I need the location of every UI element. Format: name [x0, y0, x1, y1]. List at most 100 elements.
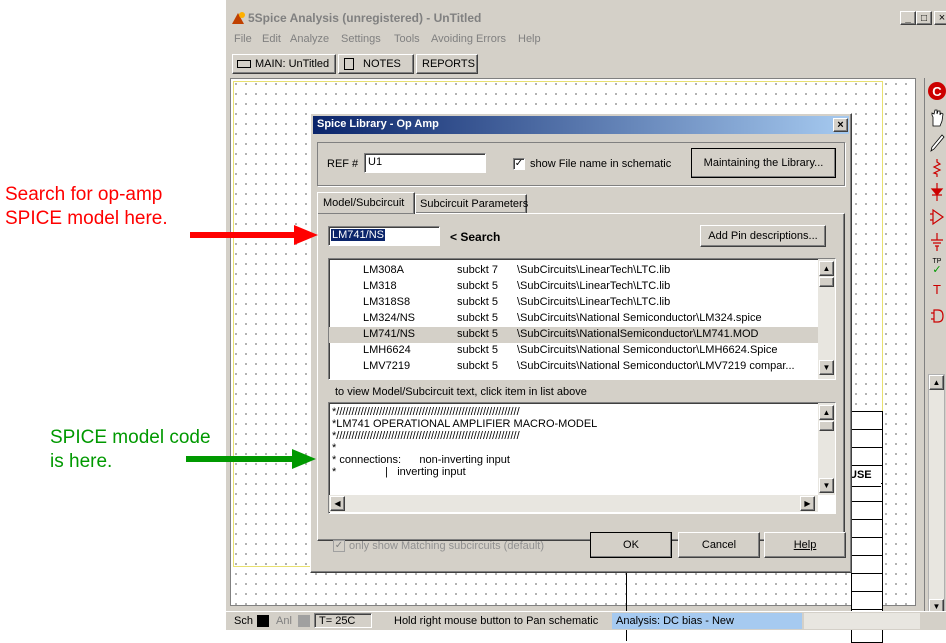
status-sch[interactable]: Sch [234, 615, 253, 627]
library-row-type: subckt 5 [457, 360, 498, 372]
library-row[interactable]: LMV7219 subckt 5 \SubCircuits\National Sem… [329, 359, 819, 375]
app-logo-icon [232, 12, 245, 24]
library-row-path: \SubCircuits\LinearTech\LTC.lib [517, 280, 671, 292]
tab-model-subcircuit[interactable]: Model/Subcircuit [317, 192, 415, 214]
save-sch-icon[interactable] [257, 615, 269, 627]
library-row[interactable]: LMH6624 subckt 5 \SubCircuits\National Sem… [329, 343, 819, 359]
library-row-path: \SubCircuits\National Semiconductor\LMH6… [517, 344, 778, 356]
list-scroll-up-icon[interactable]: ▲ [819, 261, 834, 276]
library-row-type: subckt 5 [457, 312, 498, 324]
library-list[interactable]: LM308A subckt 7 \SubCircuits\LinearTech\LT… [328, 258, 836, 380]
library-row-name: LM318 [363, 280, 397, 292]
add-pin-descriptions-button[interactable]: Add Pin descriptions... [700, 225, 826, 247]
hand-icon[interactable] [929, 108, 945, 128]
code-hscrollbar[interactable]: ◀ ▶ [329, 495, 818, 512]
schematic-icon [237, 60, 251, 68]
only-show-label: only show Matching subcircuits (default) [349, 540, 545, 552]
view-hint: to view Model/Subcircuit text, click ite… [335, 386, 587, 398]
menu-avoiding-errors[interactable]: Avoiding Errors [431, 33, 506, 45]
minimize-button[interactable]: _ [900, 11, 916, 25]
menu-help[interactable]: Help [518, 33, 541, 45]
library-row-name: LM318S8 [363, 296, 411, 308]
library-row[interactable]: LM324/NS subckt 5 \SubCircuits\National Se… [329, 311, 819, 327]
library-row-path: \SubCircuits\LinearTech\LTC.lib [517, 296, 671, 308]
cancel-button[interactable]: Cancel [678, 532, 760, 558]
app-title-bar: 5Spice Analysis (unregistered) - UnTitle… [226, 8, 946, 28]
library-row-name: LM308A [363, 264, 404, 276]
save-anl-icon[interactable] [298, 615, 310, 627]
app-title: 5Spice Analysis (unregistered) - UnTitle… [248, 11, 482, 25]
text-icon[interactable]: T [928, 282, 946, 302]
library-row[interactable]: LM318 subckt 5 \SubCircuits\LinearTech\LTC… [329, 279, 819, 295]
menu-bar: File Edit Analyze Settings Tools Avoidin… [226, 30, 946, 48]
vertical-scrollbar[interactable]: ▲ ▼ [928, 374, 945, 628]
status-temp: T= 25C [314, 613, 372, 628]
pencil-icon[interactable] [929, 133, 945, 153]
code-scroll-up-icon[interactable]: ▲ [819, 405, 834, 420]
ref-group: REF # U1 ✓ show File name in schematic M… [317, 142, 845, 186]
dialog-title-bar: Spice Library - Op Amp × [313, 116, 849, 134]
show-filename-label: show File name in schematic [530, 158, 672, 170]
search-annotation-line2: SPICE model here. [5, 208, 168, 229]
library-row-name: LMV7219 [363, 360, 411, 372]
library-row[interactable]: LM318S8 subckt 5 \SubCircuits\LinearTech\L… [329, 295, 819, 311]
library-row-path: \SubCircuits\LinearTech\LTC.lib [517, 264, 671, 276]
code-line: *LM741 OPERATIONAL AMPLIFIER MACRO-MODEL [332, 418, 598, 430]
library-row-type: subckt 7 [457, 264, 498, 276]
ok-button[interactable]: OK [590, 532, 672, 558]
tab-notes[interactable]: NOTES [338, 54, 414, 74]
maintain-library-button[interactable]: Maintaining the Library... [691, 148, 836, 178]
testpoint-icon[interactable]: TP ✓ [928, 258, 946, 278]
library-row-type: subckt 5 [457, 296, 498, 308]
status-analysis: Analysis: DC bias - New [612, 613, 802, 629]
diode-icon[interactable] [929, 182, 945, 202]
library-row[interactable]: LM741/NS subckt 5 \SubCircuits\NationalSem… [329, 327, 819, 343]
logo-c-icon[interactable]: C [928, 82, 946, 100]
tab-main[interactable]: MAIN: UnTitled [232, 54, 336, 74]
ref-input[interactable]: U1 [364, 153, 486, 173]
code-scroll-down-icon[interactable]: ▼ [819, 478, 834, 493]
help-button[interactable]: Help [764, 532, 846, 558]
code-annotation-line1: SPICE model code [50, 427, 211, 448]
resistor-icon[interactable] [929, 158, 945, 178]
model-code-view[interactable]: *///////////////////////////////////////… [328, 402, 836, 514]
library-row[interactable]: LM308A subckt 7 \SubCircuits\LinearTech\LT… [329, 263, 819, 279]
status-anl[interactable]: Anl [276, 615, 292, 627]
status-hint: Hold right mouse button to Pan schematic [394, 615, 599, 627]
library-row-path: \SubCircuits\NationalSemiconductor\LM741… [517, 328, 759, 340]
menu-file[interactable]: File [234, 33, 252, 45]
code-scroll-left-icon[interactable]: ◀ [330, 496, 345, 511]
menu-tools[interactable]: Tools [394, 33, 420, 45]
horizontal-scrollbar[interactable] [804, 613, 920, 629]
search-annotation-line1: Search for op-amp [5, 184, 163, 205]
close-app-button[interactable]: × [934, 11, 946, 25]
notes-icon [344, 58, 354, 70]
tab-subcircuit-parameters[interactable]: Subcircuit Parameters [415, 194, 528, 214]
code-line: *///////////////////////////////////////… [332, 430, 520, 442]
code-scroll-thumb[interactable] [819, 421, 834, 431]
library-row-name: LM741/NS [363, 328, 415, 340]
gate-icon[interactable] [929, 306, 945, 326]
menu-settings[interactable]: Settings [341, 33, 381, 45]
list-scroll-down-icon[interactable]: ▼ [819, 360, 834, 375]
library-row-type: subckt 5 [457, 344, 498, 356]
code-vscrollbar[interactable]: ▲ ▼ [818, 403, 835, 495]
red-arrow-icon [190, 225, 318, 245]
menu-analyze[interactable]: Analyze [290, 33, 329, 45]
code-scroll-right-icon[interactable]: ▶ [800, 496, 815, 511]
menu-edit[interactable]: Edit [262, 33, 281, 45]
library-scrollbar[interactable]: ▲ ▼ [818, 259, 835, 379]
document-tabs: MAIN: UnTitled NOTES REPORTS [226, 52, 946, 76]
ground-icon[interactable] [929, 232, 945, 252]
dialog-close-icon[interactable]: × [833, 118, 848, 132]
tab-reports[interactable]: REPORTS [416, 54, 478, 74]
search-label[interactable]: < Search [450, 230, 500, 244]
show-filename-checkbox[interactable]: ✓ [513, 158, 525, 170]
library-row-path: \SubCircuits\National Semiconductor\LMV7… [517, 360, 795, 372]
scroll-up-arrow-icon[interactable]: ▲ [929, 375, 944, 390]
background-table-right [851, 411, 883, 643]
maximize-button[interactable]: □ [916, 11, 932, 25]
opamp-icon[interactable] [929, 207, 945, 227]
list-scroll-thumb[interactable] [819, 277, 834, 287]
search-input[interactable]: LM741/NS [328, 226, 440, 246]
